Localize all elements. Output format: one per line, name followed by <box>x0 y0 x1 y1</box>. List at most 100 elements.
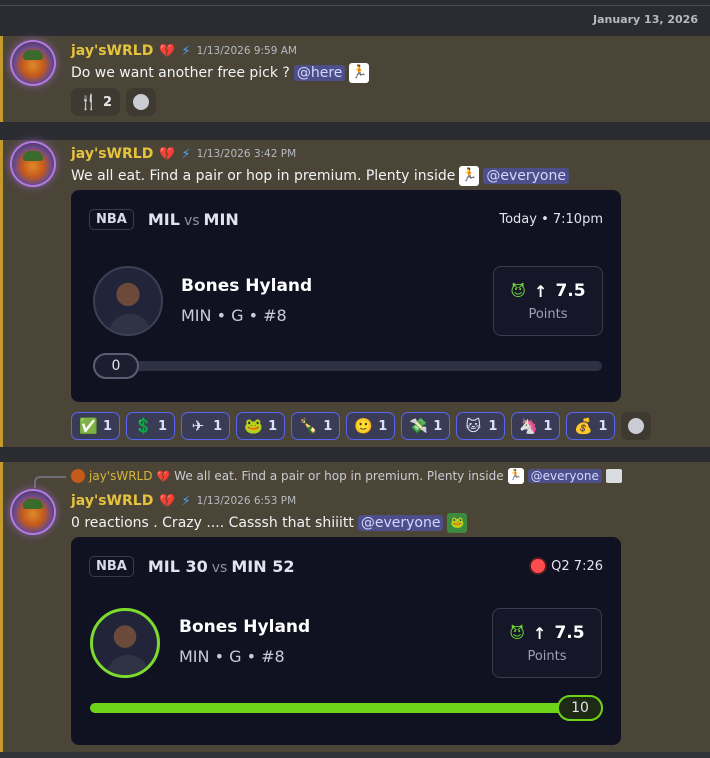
reaction-dollar[interactable]: 💲 1 <box>126 412 176 440</box>
username[interactable]: jay'sWRLD <box>71 493 153 509</box>
reaction-unicorn[interactable]: 🦄 1 <box>511 412 561 440</box>
reply-mention[interactable]: @everyone <box>527 469 602 483</box>
reaction-champagne[interactable]: 🍾 1 <box>291 412 341 440</box>
line-value: 7.5 <box>554 623 585 643</box>
pepe-emoji-icon: 🐸 <box>447 513 468 533</box>
goblin-icon: 😈 <box>510 282 527 300</box>
message-text: We all eat. Find a pair or hop in premiu… <box>71 168 456 184</box>
face-icon: 🙂 <box>354 417 373 435</box>
arrow-up-icon: ↑ <box>533 623 547 643</box>
add-reaction-button[interactable] <box>621 412 652 440</box>
fork-knife-icon: 🍴 <box>79 93 98 111</box>
broken-heart-icon: 💔 <box>159 43 176 59</box>
reaction-count: 1 <box>213 418 223 434</box>
progress-track <box>93 361 602 371</box>
league-badge: NBA <box>89 208 134 230</box>
broken-heart-icon: 💔 <box>159 146 176 162</box>
reaction-count: 2 <box>103 94 113 110</box>
message-text: Do we want another free pick ? <box>71 65 290 81</box>
date-label: January 13, 2026 <box>593 13 698 26</box>
reaction-plane[interactable]: ✈ 1 <box>181 412 231 440</box>
reply-text: We all eat. Find a pair or hop in premiu… <box>174 469 504 483</box>
player-photo <box>90 608 160 678</box>
mention[interactable]: @here <box>293 65 346 81</box>
message-header: jay'sWRLD 💔 ⚡ 1/13/2026 3:42 PM <box>71 145 296 163</box>
message-gap <box>0 122 710 140</box>
card-header: NBA MIL 30 vs MIN 52 Q2 7:26 <box>81 551 611 581</box>
reaction-money-bag[interactable]: 💰 1 <box>566 412 616 440</box>
bolt-icon: ⚡ <box>181 493 191 509</box>
reaction-count: 1 <box>103 418 113 434</box>
pick-card[interactable]: NBA MIL 30 vs MIN 52 Q2 7:26 Bones Hyland … <box>71 537 621 745</box>
money-wings-icon: 💸 <box>409 417 428 435</box>
unicorn-icon: 🦄 <box>519 417 539 435</box>
reply-username[interactable]: jay'sWRLD <box>89 469 152 483</box>
team-2: MIN <box>203 209 239 229</box>
line-value: 7.5 <box>555 281 586 301</box>
matchup: MIL vs MIN <box>148 210 239 229</box>
smiley-icon <box>133 94 150 110</box>
plane-icon: ✈ <box>191 417 205 435</box>
game-clock: Q2 7:26 <box>531 559 603 574</box>
live-indicator-icon <box>531 559 546 573</box>
pick-card[interactable]: NBA MIL vs MIN Today • 7:10pm Bones Hyland… <box>71 190 621 402</box>
date-divider: January 13, 2026 <box>0 0 710 36</box>
message-content: Do we want another free pick ? @here 🏃 <box>71 62 370 84</box>
champagne-icon: 🍾 <box>299 417 318 435</box>
reactions-row: ✅ 1 💲 1 ✈ 1 🐸 1 🍾 1 🙂 1 💸 1 🐱 1 🦄 1 💰 1 <box>71 412 652 440</box>
goblin-icon: 😈 <box>509 624 526 642</box>
dollar-icon: 💲 <box>134 417 153 435</box>
line-value-row: 😈 ↑ 7.5 <box>493 623 601 643</box>
player-photo <box>93 266 163 336</box>
runner-emoji-icon: 🏃 <box>507 468 524 484</box>
reaction-count: 1 <box>488 418 498 434</box>
card-header: NBA MIL vs MIN Today • 7:10pm <box>81 204 611 234</box>
vs-label: vs <box>183 212 200 229</box>
progress-pill: 0 <box>93 353 139 379</box>
avatar[interactable] <box>12 143 54 185</box>
clock-text: Q2 7:26 <box>551 558 603 574</box>
avatar[interactable] <box>12 491 54 533</box>
add-reaction-button[interactable] <box>126 88 157 116</box>
bolt-icon: ⚡ <box>181 43 191 59</box>
reaction-face[interactable]: 🙂 1 <box>346 412 396 440</box>
message-header: jay'sWRLD 💔 ⚡ 1/13/2026 6:53 PM <box>71 492 296 510</box>
broken-heart-icon: 💔 <box>159 493 176 509</box>
mention[interactable]: @everyone <box>357 515 444 531</box>
money-bag-icon: 💰 <box>574 417 594 435</box>
reaction-count: 1 <box>323 418 333 434</box>
reaction-pepe-dance[interactable]: 🐸 1 <box>236 412 286 440</box>
reaction-cat[interactable]: 🐱 1 <box>456 412 506 440</box>
reply-preview[interactable]: jay'sWRLD 💔 We all eat. Find a pair or h… <box>71 467 622 485</box>
arrow-up-icon: ↑ <box>534 281 548 301</box>
league-badge: NBA <box>89 555 134 577</box>
timestamp: 1/13/2026 3:42 PM <box>196 148 297 160</box>
broken-heart-icon: 💔 <box>156 469 171 483</box>
timestamp: 1/13/2026 9:59 AM <box>196 45 297 57</box>
message-content: We all eat. Find a pair or hop in premiu… <box>71 165 569 187</box>
reaction-fork-knife[interactable]: 🍴 2 <box>71 88 121 116</box>
mention[interactable]: @everyone <box>483 168 569 184</box>
reaction-count: 1 <box>543 418 553 434</box>
avatar[interactable] <box>12 42 54 84</box>
pepe-dance-icon: 🐸 <box>244 417 263 435</box>
progress-fill <box>90 703 580 713</box>
runner-emoji-icon: 🏃 <box>459 166 480 186</box>
reaction-money-wings[interactable]: 💸 1 <box>401 412 451 440</box>
username[interactable]: jay'sWRLD <box>71 43 153 59</box>
player-meta: MIN • G • #8 <box>181 306 287 325</box>
vs-label: vs <box>211 559 228 576</box>
line-value-row: 😈 ↑ 7.5 <box>494 281 602 301</box>
reaction-count: 1 <box>598 418 608 434</box>
line-box: 😈 ↑ 7.5 Points <box>492 608 602 678</box>
divider-line <box>0 5 710 6</box>
matchup: MIL 30 vs MIN 52 <box>148 557 295 576</box>
reply-avatar <box>71 469 85 483</box>
message-text: 0 reactions . Crazy .... Casssh that shi… <box>71 515 354 531</box>
smiley-icon <box>628 418 645 434</box>
player-name: Bones Hyland <box>181 276 313 296</box>
reply-connector <box>34 476 66 488</box>
reaction-check[interactable]: ✅ 1 <box>71 412 121 440</box>
player-name: Bones Hyland <box>179 617 311 637</box>
username[interactable]: jay'sWRLD <box>71 146 153 162</box>
